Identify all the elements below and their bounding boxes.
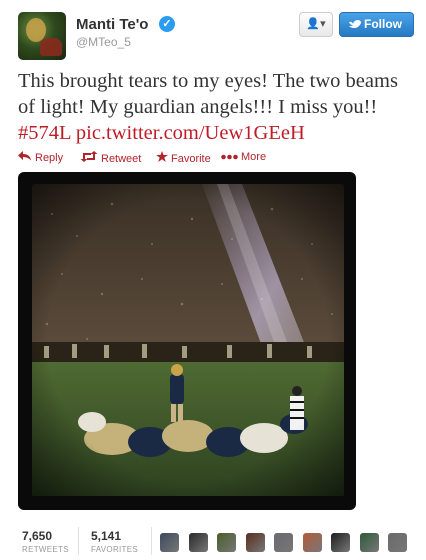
person-icon: 👤 <box>306 18 321 30</box>
retweets-count: 7,650 <box>22 529 53 543</box>
verified-badge-icon: ✓ <box>159 16 175 32</box>
favorites-label: FAVORITES <box>91 545 139 554</box>
reply-icon <box>18 151 32 164</box>
favoriter-avatar[interactable] <box>331 533 350 552</box>
favoriter-avatar[interactable] <box>188 533 208 552</box>
tweet-media-frame[interactable] <box>18 172 356 510</box>
more-action[interactable]: More <box>221 151 266 163</box>
follow-button[interactable]: Follow <box>339 12 414 37</box>
follow-button-label: Follow <box>364 17 402 31</box>
more-dots-icon <box>221 151 238 163</box>
stats-divider <box>78 527 79 555</box>
favorites-stat[interactable]: 5,141 FAVORITES <box>91 529 138 554</box>
twitter-bird-icon <box>348 13 362 44</box>
favoriter-avatar[interactable] <box>245 533 265 552</box>
media-link[interactable]: pic.twitter.com/Uew1GEeH <box>76 122 305 144</box>
tweet-text: This brought tears to my eyes! The two b… <box>18 68 414 146</box>
user-handle[interactable]: @MTeo_5 <box>76 35 131 49</box>
hashtag-link[interactable]: #574L <box>18 122 71 144</box>
favorite-action[interactable]: Favorite <box>156 151 211 165</box>
retweet-icon <box>80 151 98 165</box>
favoriter-avatar[interactable] <box>274 533 293 552</box>
user-actions-menu-button[interactable]: 👤▾ <box>299 12 333 37</box>
user-avatar[interactable] <box>18 12 66 60</box>
stadium-photo[interactable] <box>32 184 344 496</box>
favoriter-avatar[interactable] <box>359 533 379 552</box>
favoriter-avatar[interactable] <box>302 533 322 552</box>
favoriter-avatar[interactable] <box>160 533 179 552</box>
favorites-count: 5,141 <box>91 529 122 543</box>
favorite-label: Favorite <box>171 153 211 165</box>
stats-divider <box>151 527 152 555</box>
reply-action[interactable]: Reply <box>18 151 63 164</box>
more-label: More <box>241 151 267 163</box>
retweet-action[interactable]: Retweet <box>80 151 141 165</box>
star-icon <box>156 151 168 165</box>
retweets-label: RETWEETS <box>22 545 69 554</box>
chevron-down-icon: ▾ <box>320 18 326 30</box>
user-name[interactable]: Manti Te'o <box>76 16 148 33</box>
favoriter-avatar[interactable] <box>388 533 407 552</box>
reply-label: Reply <box>35 152 64 164</box>
tweet-body: This brought tears to my eyes! The two b… <box>18 70 398 118</box>
favoriter-avatar[interactable] <box>217 533 236 552</box>
retweet-label: Retweet <box>101 153 142 165</box>
retweets-stat[interactable]: 7,650 RETWEETS <box>22 529 69 554</box>
